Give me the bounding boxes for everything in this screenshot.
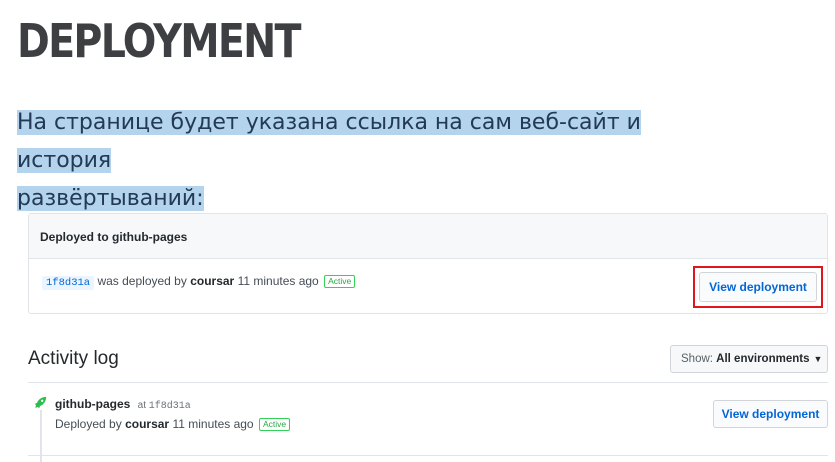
caret-down-icon: ▼ (813, 354, 823, 364)
page-subtitle: На странице будет указана ссылка на сам … (17, 104, 737, 218)
deployment-time: 11 minutes ago (237, 274, 319, 288)
filter-value: All environments (716, 353, 810, 365)
entry-view-deployment-button[interactable]: View deployment (713, 400, 828, 428)
status-badge: Active (324, 275, 356, 288)
rocket-icon (34, 396, 47, 409)
environment-filter-dropdown[interactable]: Show: All environments ▼ (670, 345, 828, 373)
entry-time: 11 minutes ago (172, 417, 254, 431)
entry-environment: github-pages (55, 397, 131, 411)
subtitle-line-2: развёртываний: (17, 186, 204, 211)
entry-sha-link[interactable]: 1f8d31a (149, 401, 191, 412)
subtitle-line-1: На странице будет указана ссылка на сам … (17, 110, 641, 173)
activity-entry-detail: Deployed by coursar 11 minutes ago Activ… (55, 417, 291, 431)
user-link[interactable]: coursar (190, 274, 234, 288)
deployed-by-text: was deployed by (97, 274, 187, 288)
divider (28, 455, 828, 456)
activity-entry-header: github-pages at 1f8d31a (55, 397, 191, 412)
commit-sha-link[interactable]: 1f8d31a (42, 276, 95, 290)
deployment-summary: 1f8d31a was deployed by coursar 11 minut… (42, 274, 356, 290)
page-heading: DEPLOYMENT (17, 14, 302, 68)
activity-log-title: Activity log (28, 348, 119, 369)
filter-prefix: Show: (681, 353, 713, 365)
deployment-box: Deployed to github-pages 1f8d31a was dep… (28, 213, 828, 314)
deployment-body: 1f8d31a was deployed by coursar 11 minut… (29, 259, 827, 314)
entry-at-label: at (137, 400, 147, 411)
entry-deployed-by-label: Deployed by (55, 417, 122, 431)
divider (28, 382, 828, 383)
entry-status-badge: Active (258, 418, 291, 431)
view-deployment-button[interactable]: View deployment (699, 272, 817, 302)
entry-user-link[interactable]: coursar (125, 417, 169, 431)
deployment-header: Deployed to github-pages (29, 214, 827, 259)
